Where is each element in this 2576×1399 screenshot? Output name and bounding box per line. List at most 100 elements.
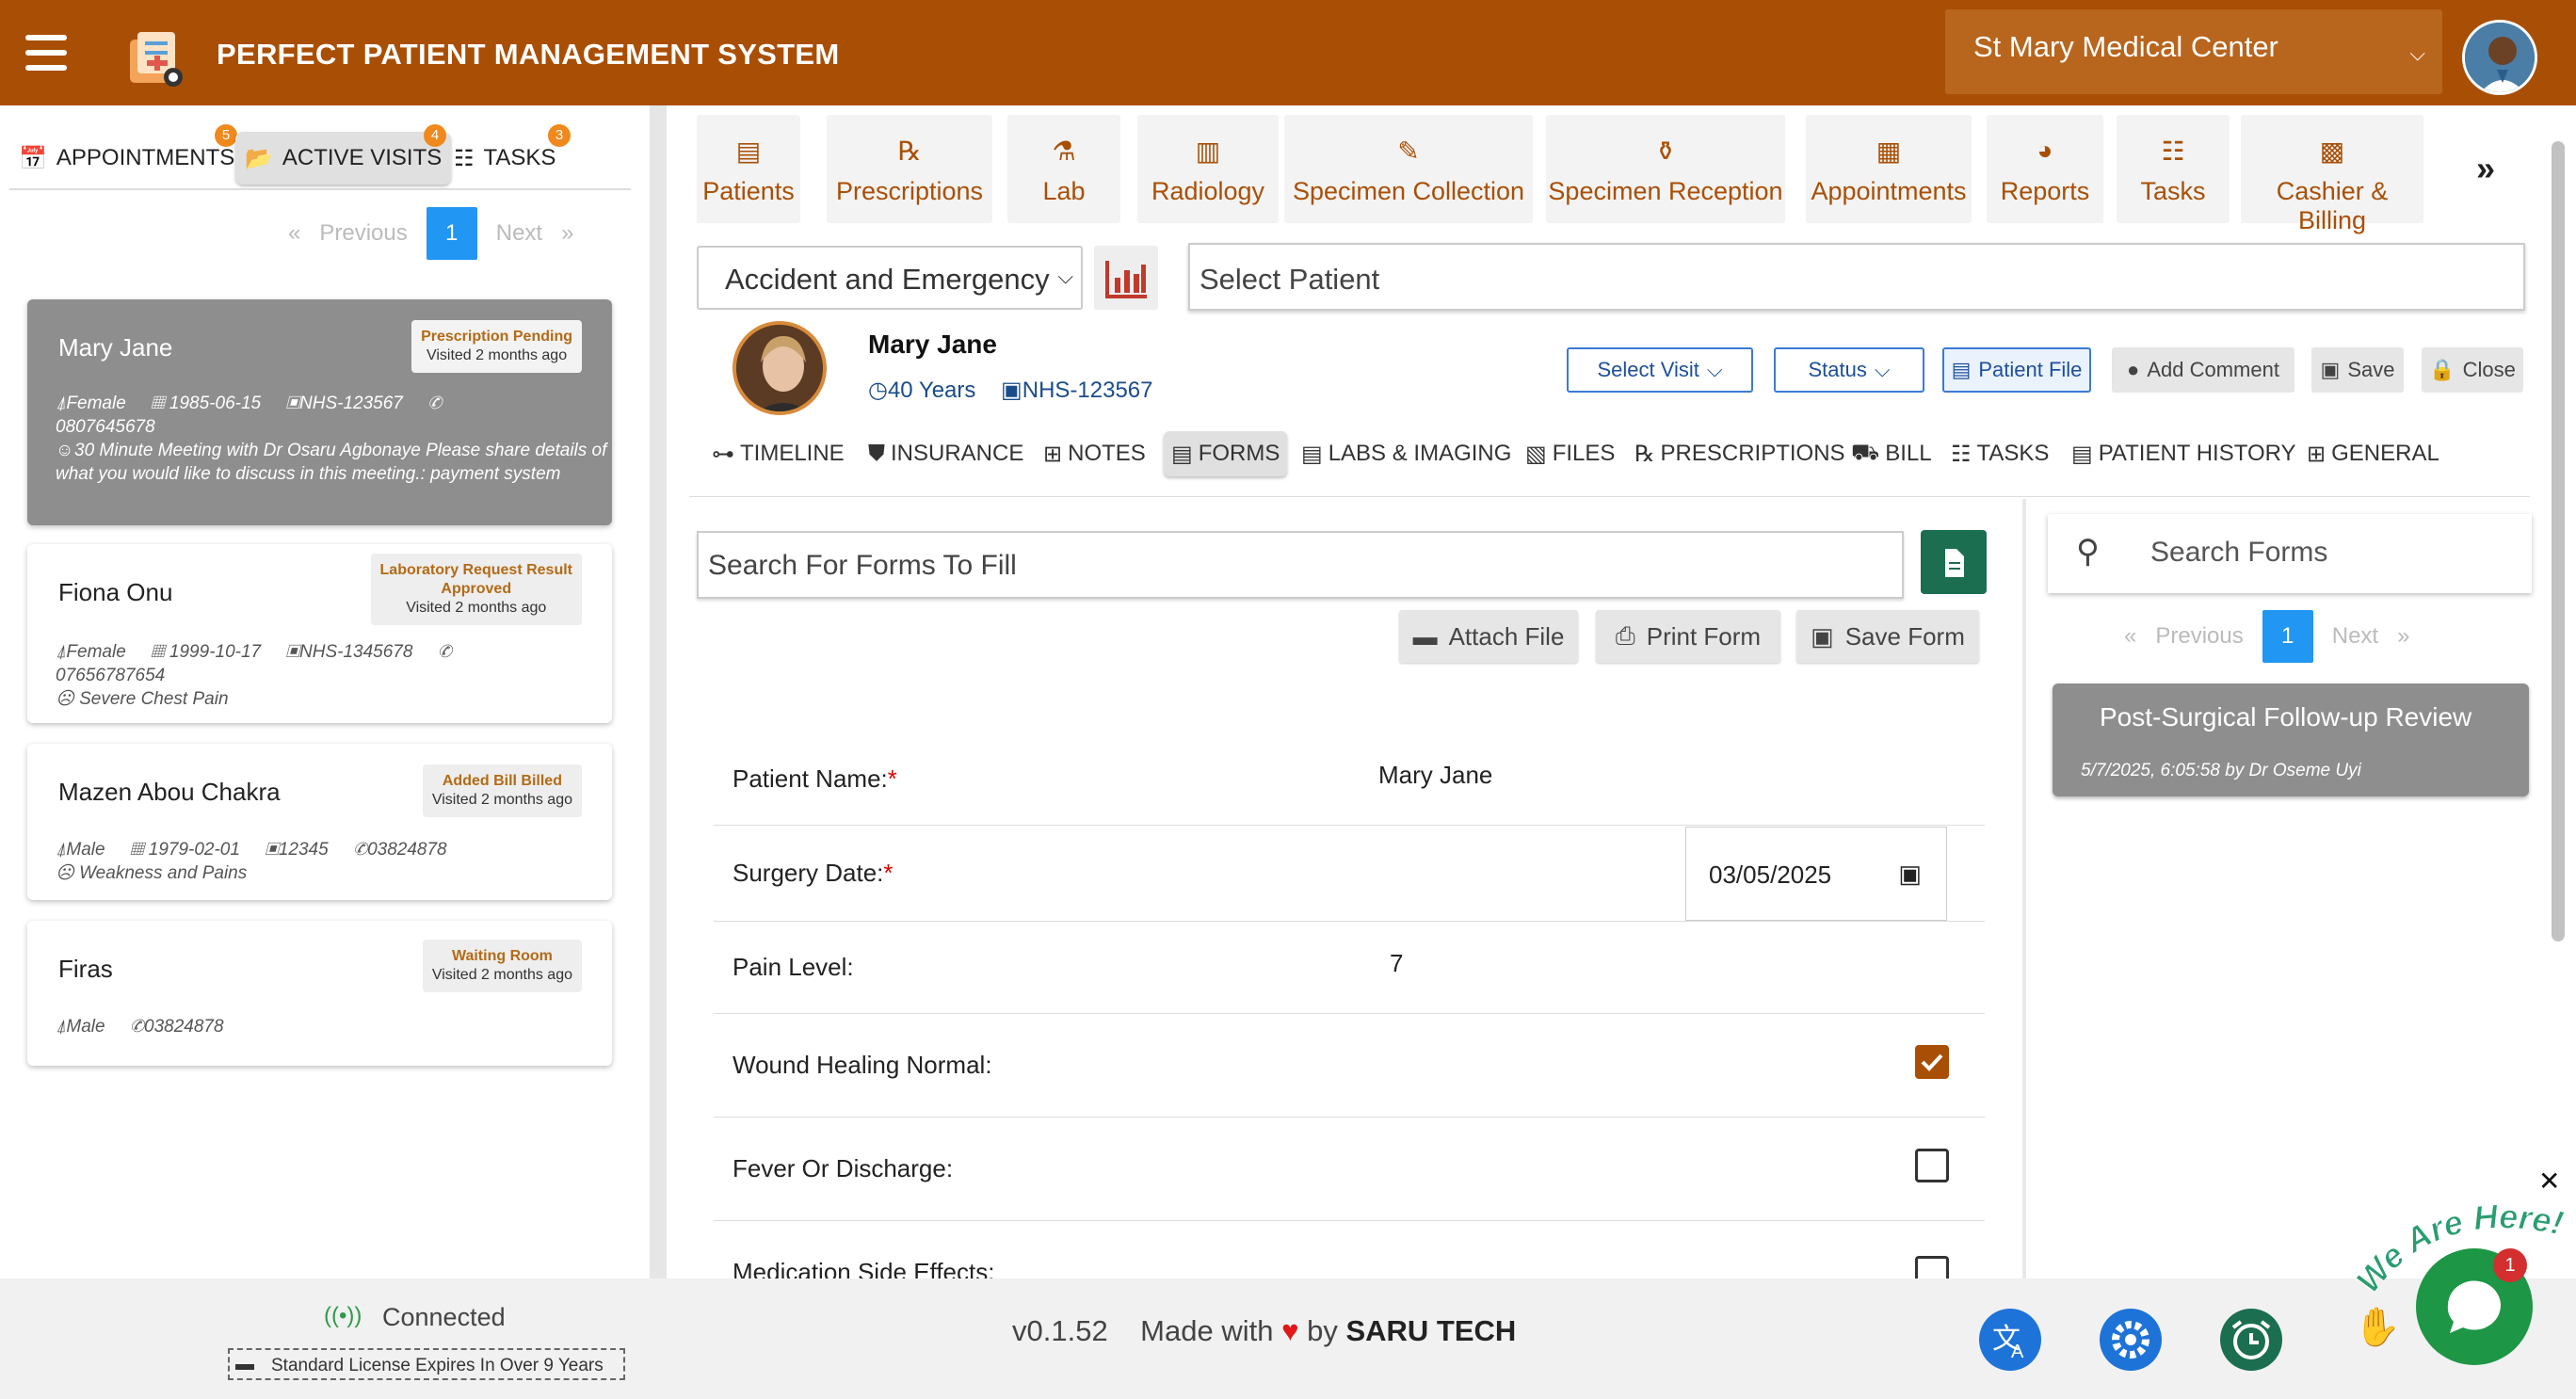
module-cashier-billing[interactable]: ▩ Cashier & Billing <box>2241 115 2423 234</box>
close-button[interactable]: 🔒 Close <box>2422 347 2523 393</box>
tab-prescriptions[interactable]: ℞ PRESCRIPTIONS <box>1627 431 1853 476</box>
tab-appointments[interactable]: 📅 APPOINTMENTS 5 <box>9 124 244 185</box>
close-chat-icon[interactable]: ✕ <box>2538 1166 2560 1197</box>
department-value: Accident and Emergency <box>725 263 1050 296</box>
visit-card[interactable]: Mazen Abou Chakra Added Bill Billed Visit… <box>27 744 612 900</box>
saved-form-card[interactable]: Post-Surgical Follow-up Review 5/7/2025,… <box>2053 683 2529 796</box>
save-form-button[interactable]: ▣ Save Form <box>1796 610 1979 663</box>
surgery-date-input[interactable]: 03/05/2025 ▣ <box>1685 827 1947 921</box>
module-patients[interactable]: ▤ Patients <box>697 115 800 223</box>
module-specimen-collection[interactable]: ✎ Specimen Collection <box>1284 115 1533 223</box>
user-avatar[interactable] <box>2462 20 2537 95</box>
fever-discharge-checkbox[interactable] <box>1915 1149 1949 1182</box>
tab-bill[interactable]: ⛟ BILL <box>1843 431 1940 476</box>
tab-forms[interactable]: ▤ FORMS <box>1164 431 1288 476</box>
cart-icon: ⛟ <box>1851 440 1880 465</box>
first-page-icon[interactable]: « <box>2124 623 2136 650</box>
first-page-icon[interactable]: « <box>288 220 300 247</box>
tab-general[interactable]: ⊞ GENERAL <box>2299 431 2447 476</box>
phone-icon: ✆ <box>130 1017 144 1037</box>
syringe-icon: ✎ <box>1397 137 1420 166</box>
tab-tasks[interactable]: ☷ TASKS 3 <box>444 124 571 185</box>
field-label: Patient Name: <box>733 764 888 793</box>
row-divider <box>714 1220 1985 1221</box>
patient-search-select[interactable]: Select Patient <box>1188 243 2525 311</box>
main-scrollbar[interactable] <box>2552 141 2565 941</box>
previous-page-link[interactable]: Previous <box>319 220 407 247</box>
id-card-icon: ▣ <box>1001 378 1022 403</box>
field-label: Pain Level: <box>733 953 854 981</box>
patient-details: ⍋Male ▦ 1979-02-01 ▣12345 ✆03824878 ☹ We… <box>56 840 447 883</box>
previous-page-link[interactable]: Previous <box>2155 623 2243 650</box>
person-icon: ⍋ <box>56 840 67 860</box>
save-icon: ▣ <box>2320 358 2341 381</box>
last-page-icon[interactable]: » <box>2397 623 2409 650</box>
patient-meta: ◷40 Years ▣NHS-123567 <box>868 378 1153 403</box>
alarm-clock-icon[interactable] <box>2220 1309 2282 1371</box>
new-form-button[interactable] <box>1921 530 1987 594</box>
bar-chart-icon[interactable] <box>1094 246 1158 310</box>
medication-side-effects-checkbox[interactable] <box>1915 1256 1949 1278</box>
print-form-button[interactable]: ⎙ Print Form <box>1596 610 1780 663</box>
tab-files[interactable]: ▧ FILES <box>1518 431 1622 476</box>
add-comment-button[interactable]: ● Add Comment <box>2112 347 2294 393</box>
signal-icon: ((•)) <box>324 1303 362 1328</box>
select-visit-dropdown[interactable]: Select Visit ⌵ <box>1567 347 1753 393</box>
module-appointments[interactable]: ▦ Appointments <box>1806 115 1972 223</box>
current-page[interactable]: 1 <box>2262 610 2313 663</box>
forms-splitter[interactable] <box>2022 499 2026 1278</box>
panel-splitter[interactable] <box>650 105 667 1278</box>
tab-tasks[interactable]: ☷ TASKS <box>1943 431 2056 476</box>
prescription-icon: ℞ <box>1634 441 1655 467</box>
tab-patient-history[interactable]: ▤ PATIENT HISTORY <box>2064 431 2304 476</box>
patient-name-value[interactable]: Mary Jane <box>1378 761 1492 790</box>
module-specimen-reception[interactable]: ⚱ Specimen Reception <box>1546 115 1785 223</box>
paperclip-icon: ▬ <box>1412 621 1438 651</box>
tab-notes[interactable]: ⊞ NOTES <box>1036 431 1153 476</box>
chevron-down-icon: ⌵ <box>2409 41 2425 65</box>
patient-name: Fiona Onu <box>58 578 173 606</box>
timeline-icon: ⊶ <box>712 441 734 467</box>
settings-gear-icon[interactable] <box>2100 1309 2162 1371</box>
tab-labs-imaging[interactable]: ▤ LABS & IMAGING <box>1294 431 1519 476</box>
visit-card[interactable]: Fiona Onu Laboratory Request Result Appro… <box>27 544 612 723</box>
module-reports[interactable]: ◕ Reports <box>1987 115 2103 223</box>
pain-level-value[interactable]: 7 <box>1390 949 1403 978</box>
form-title: Post-Surgical Follow-up Review <box>2100 702 2472 732</box>
translate-icon[interactable]: 文A <box>1979 1309 2041 1371</box>
visit-card[interactable]: Mary Jane Prescription Pending Visited 2 … <box>27 299 612 525</box>
module-tasks[interactable]: ☷ Tasks <box>2117 115 2230 223</box>
department-select[interactable]: Accident and Emergency ⌵ <box>697 246 1083 310</box>
wound-healing-checkbox[interactable] <box>1915 1045 1949 1079</box>
save-button[interactable]: ▣ Save <box>2311 347 2404 393</box>
search-icon: ⚲ <box>2076 534 2100 570</box>
person-icon: ⍋ <box>56 394 67 413</box>
field-label: Wound Healing Normal: <box>733 1051 992 1079</box>
visit-card[interactable]: Firas Waiting Room Visited 2 months ago ⍋… <box>27 921 612 1066</box>
tab-insurance[interactable]: ⛊ INSURANCE <box>861 431 1031 476</box>
last-page-icon[interactable]: » <box>561 220 573 247</box>
next-page-link[interactable]: Next <box>2332 623 2378 650</box>
patient-file-button[interactable]: ▤ Patient File <box>1942 347 2091 393</box>
form-search-input[interactable]: Search For Forms To Fill <box>697 531 1904 599</box>
calendar-icon[interactable]: ▣ <box>1898 860 1922 889</box>
facility-select[interactable]: St Mary Medical Center ⌵ <box>1945 9 2442 94</box>
field-label: Surgery Date: <box>733 859 884 887</box>
module-radiology[interactable]: ▥ Radiology <box>1137 115 1279 223</box>
print-icon: ⎙ <box>1615 621 1635 650</box>
next-page-link[interactable]: Next <box>496 220 542 247</box>
menu-icon[interactable] <box>25 35 67 71</box>
status-dropdown[interactable]: Status ⌵ <box>1774 347 1924 393</box>
module-lab[interactable]: ⚗ Lab <box>1007 115 1120 223</box>
chat-unread-badge: 1 <box>2493 1248 2527 1282</box>
status-badge: Laboratory Request Result Approved Visited… <box>370 554 582 625</box>
tab-timeline[interactable]: ⊶ TIMELINE <box>704 431 852 476</box>
forms-list-search[interactable]: ⚲ Search Forms <box>2048 514 2532 593</box>
attach-file-button[interactable]: ▬ Attach File <box>1399 610 1578 663</box>
more-modules-icon[interactable]: » <box>2476 149 2495 188</box>
current-page[interactable]: 1 <box>426 207 477 260</box>
patient-name: Firas <box>58 955 113 983</box>
connection-status: Connected <box>382 1303 506 1331</box>
tab-active-visits[interactable]: 📂 ACTIVE VISITS 4 <box>235 124 452 185</box>
module-prescriptions[interactable]: ℞ Prescriptions <box>827 115 992 223</box>
